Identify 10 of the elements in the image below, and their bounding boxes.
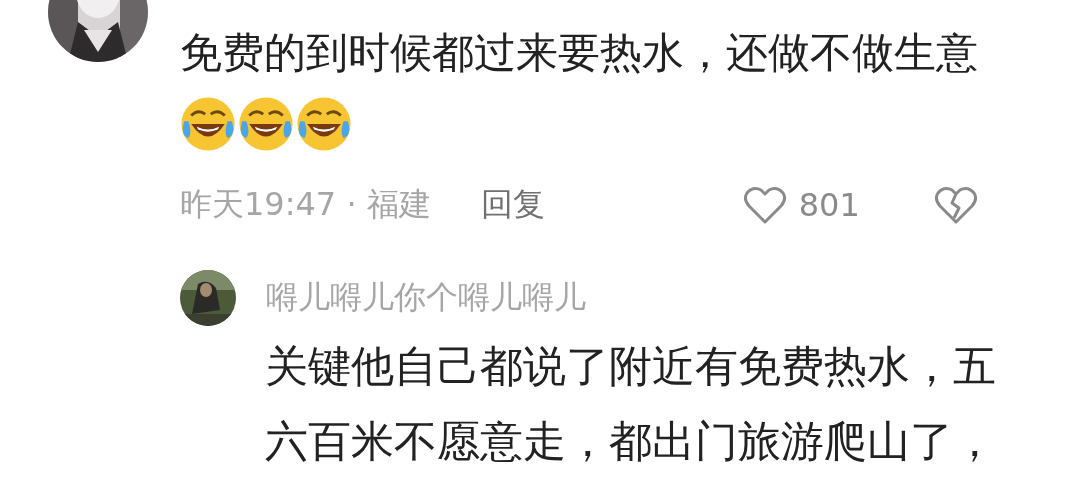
comment-time: 昨天19:47 · 福建 — [180, 184, 431, 225]
laughing-crying-emoji-icon — [180, 96, 236, 152]
reply-button[interactable]: 回复 — [480, 183, 545, 227]
heart-icon[interactable] — [742, 185, 787, 225]
reply-text: 关键他自己都说了附近有免费热水，五六百米不愿意走，都出门旅游爬山了， — [265, 340, 997, 468]
laughing-crying-emoji-icon — [296, 96, 352, 152]
like-count: 801 — [798, 186, 860, 224]
laughing-crying-emoji-icon — [238, 96, 294, 152]
broken-heart-icon[interactable] — [933, 185, 978, 225]
comment-text: 免费的到时候都过来要热水，还做不做生意 — [180, 15, 1010, 165]
